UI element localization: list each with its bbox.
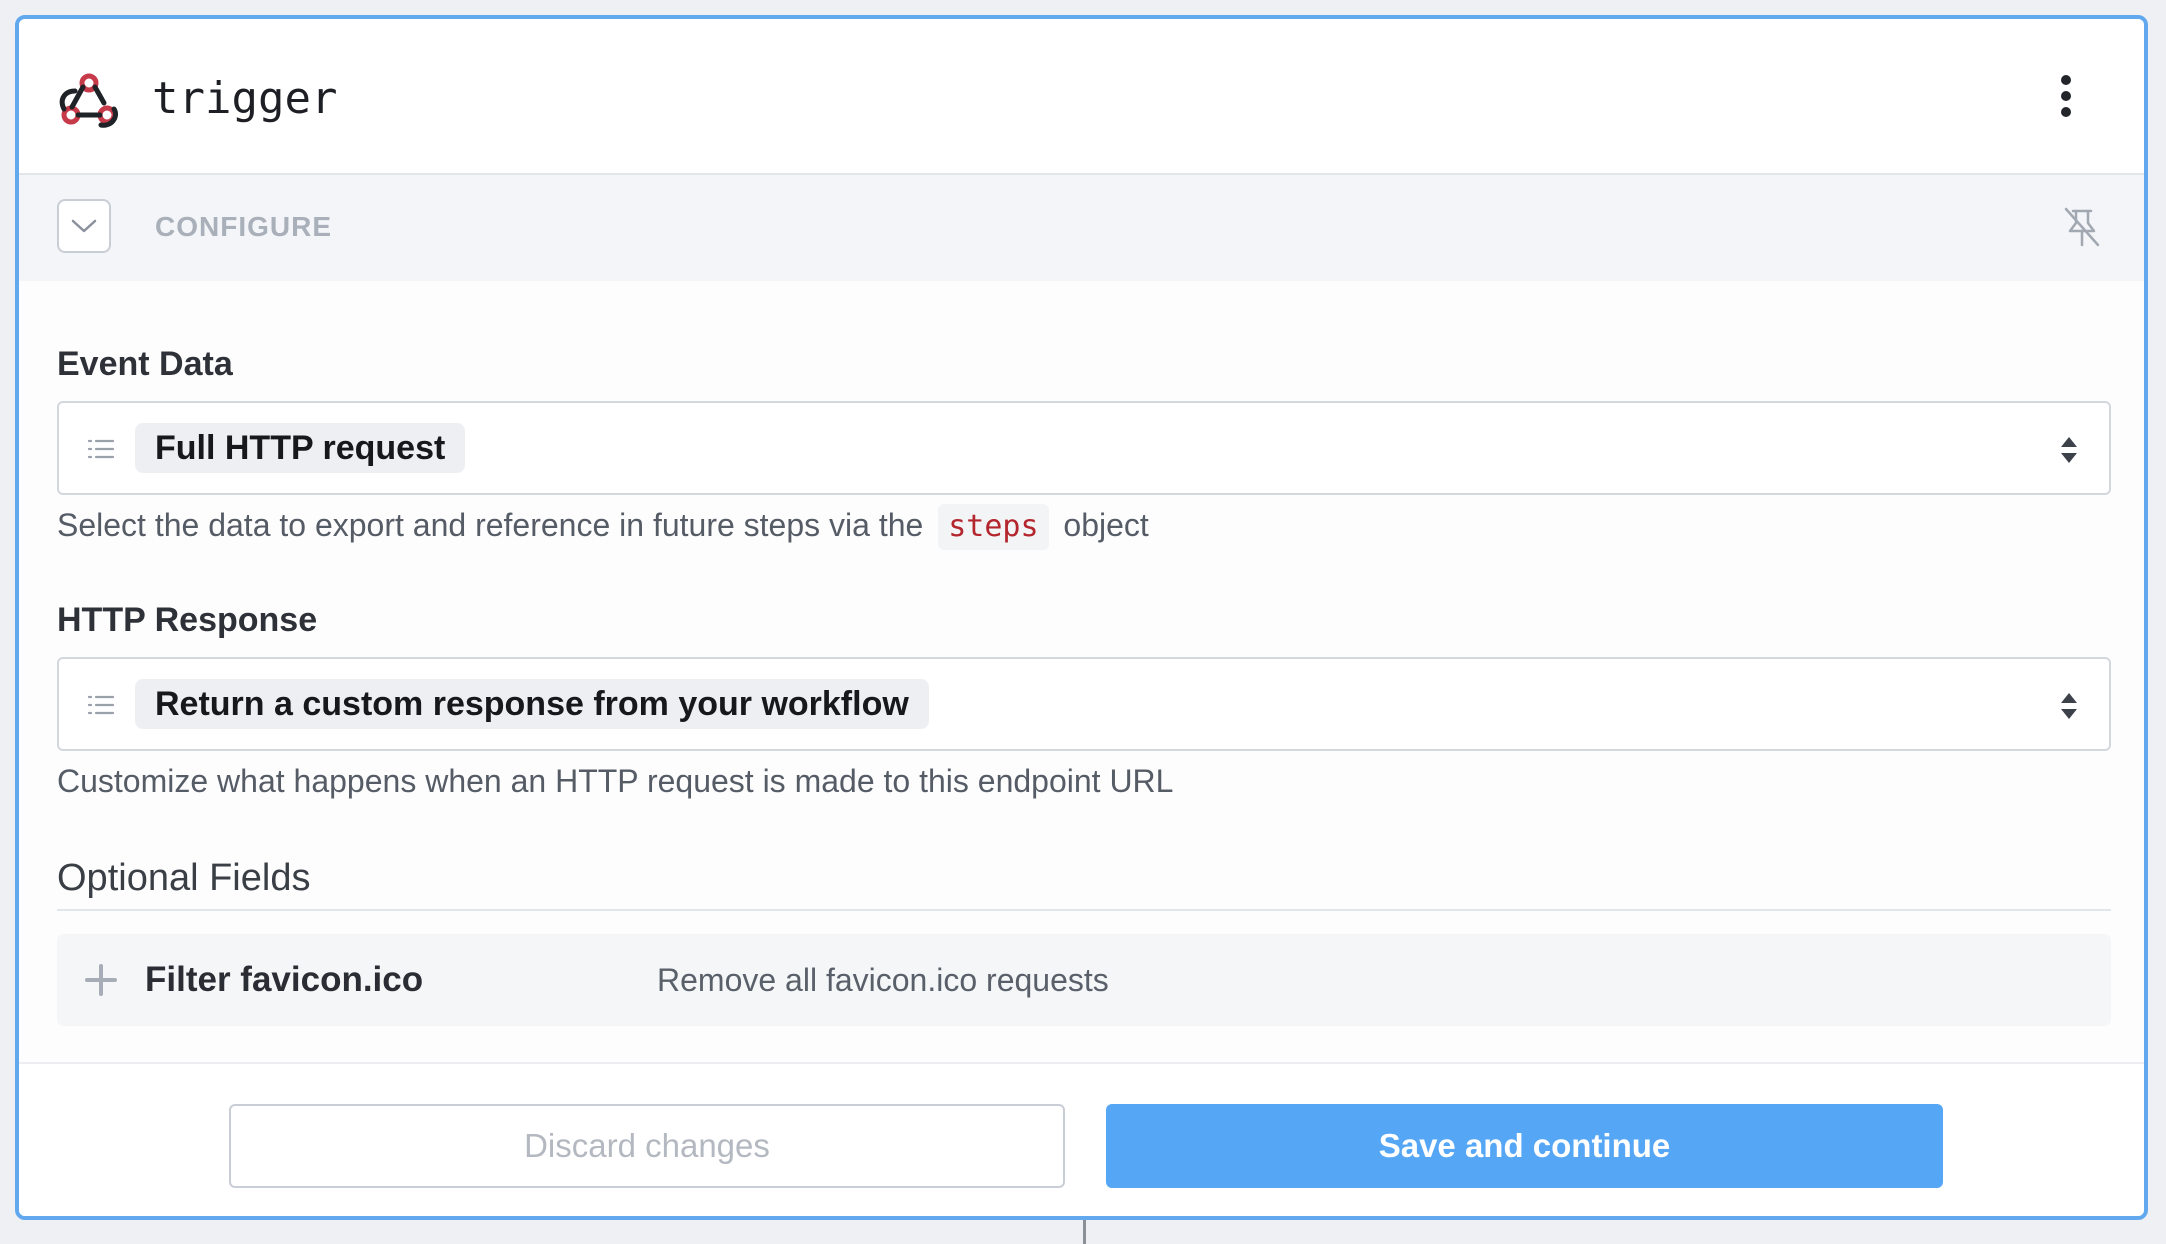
discard-changes-button[interactable]: Discard changes xyxy=(229,1104,1065,1188)
event-data-help: Select the data to export and reference … xyxy=(57,504,1149,550)
workflow-connector-line xyxy=(1083,1220,1086,1244)
http-response-label: HTTP Response xyxy=(57,601,318,639)
http-response-help: Customize what happens when an HTTP requ… xyxy=(57,763,1174,799)
optional-field-row[interactable]: Filter favicon.ico Remove all favicon.ic… xyxy=(57,934,2111,1026)
event-data-help-text: Select the data to export and reference … xyxy=(57,507,924,543)
step-header: trigger xyxy=(19,19,2144,175)
http-response-selected-value: Return a custom response from your workf… xyxy=(135,679,929,729)
select-arrows-icon xyxy=(2061,693,2077,719)
unpin-icon[interactable] xyxy=(2060,205,2104,249)
optional-fields-divider xyxy=(57,909,2111,911)
optional-field-description: Remove all favicon.ico requests xyxy=(657,962,1109,998)
save-and-continue-button[interactable]: Save and continue xyxy=(1106,1104,1943,1188)
configure-label: CONFIGURE xyxy=(155,211,332,242)
optional-field-name[interactable]: Filter favicon.ico xyxy=(145,956,423,1004)
webhook-icon xyxy=(59,73,118,128)
optional-fields-title: Optional Fields xyxy=(57,857,311,899)
event-data-label: Event Data xyxy=(57,345,233,383)
select-arrows-icon xyxy=(2061,437,2077,463)
event-data-selected-value: Full HTTP request xyxy=(135,423,466,473)
more-vertical-icon[interactable] xyxy=(2056,75,2076,127)
event-data-help-suffix: object xyxy=(1063,507,1149,543)
collapse-configure-button[interactable] xyxy=(57,199,111,253)
steps-code-chip: steps xyxy=(938,504,1049,550)
event-data-select[interactable]: Full HTTP request xyxy=(57,401,2111,495)
list-icon xyxy=(87,695,115,715)
step-footer: Discard changes Save and continue xyxy=(19,1062,2144,1216)
chevron-down-icon xyxy=(71,219,97,233)
http-response-select[interactable]: Return a custom response from your workf… xyxy=(57,657,2111,751)
configure-section-bar: CONFIGURE xyxy=(19,175,2144,281)
step-title[interactable]: trigger xyxy=(152,69,337,129)
plus-icon[interactable] xyxy=(83,962,119,998)
list-icon xyxy=(87,439,115,459)
trigger-step-card: trigger CONFIGURE Event Data Full HTTP r… xyxy=(15,15,2148,1220)
